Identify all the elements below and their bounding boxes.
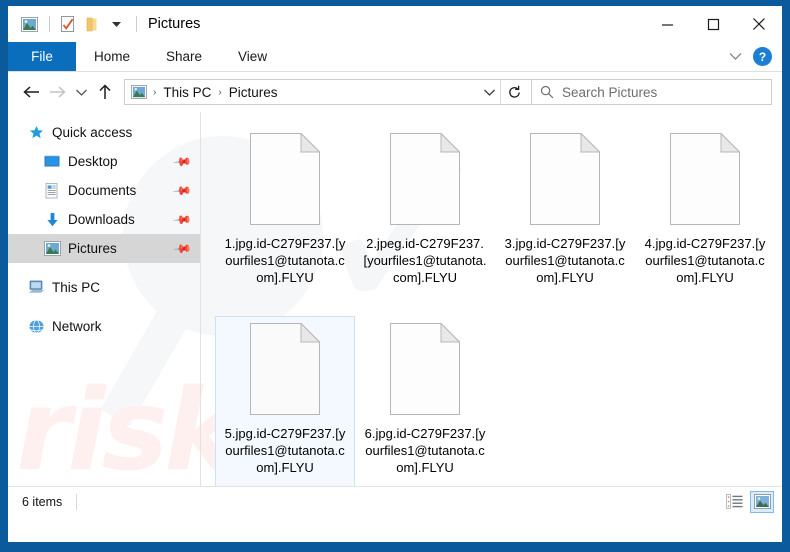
up-button[interactable] <box>92 79 118 105</box>
search-input[interactable]: Search Pictures <box>532 79 772 105</box>
status-divider <box>76 493 78 510</box>
expand-ribbon-chevron-icon[interactable] <box>728 48 743 66</box>
pictures-icon <box>42 240 62 258</box>
generic-file-icon <box>390 132 461 225</box>
file-name-label: 3.jpg.id-C279F237.[yourfiles1@tutanota.c… <box>504 236 626 285</box>
title-bar: Pictures <box>8 6 782 42</box>
quick-access-separator-1 <box>49 16 50 32</box>
quick-access-separator-2 <box>136 16 137 32</box>
customize-quick-access-chevron-icon[interactable] <box>105 13 127 35</box>
sidebar-item-label: Documents <box>68 183 137 198</box>
breadcrumb-separator-1: › <box>218 86 222 98</box>
generic-file-icon <box>250 322 321 415</box>
pin-icon[interactable]: 📌 <box>172 151 192 171</box>
explorer-body: Quick access Desktop 📌 Documents 📌 Downl… <box>8 112 782 506</box>
file-name-label: 5.jpg.id-C279F237.[yourfiles1@tutanota.c… <box>224 426 346 475</box>
breadcrumb-item-pictures[interactable]: Pictures <box>226 85 281 100</box>
network-icon <box>26 318 46 336</box>
view-mode-buttons <box>722 490 774 513</box>
this-pc-icon <box>26 279 46 297</box>
maximize-button[interactable] <box>690 6 736 42</box>
documents-icon <box>42 182 62 200</box>
ribbon-tab-bar: File Home Share View ? <box>8 42 782 72</box>
search-icon <box>540 85 554 99</box>
sidebar-gap-2 <box>8 302 200 312</box>
tab-file[interactable]: File <box>8 42 76 71</box>
sidebar-item-label: Quick access <box>52 125 133 140</box>
breadcrumb-pictures-icon <box>131 85 147 99</box>
window-client-area: ✓ risk Pictures File Home Share View ? ›… <box>8 6 782 542</box>
sidebar-item-this-pc[interactable]: This PC <box>8 273 200 302</box>
refresh-button[interactable] <box>501 79 527 105</box>
downloads-icon <box>42 211 62 229</box>
sidebar-gap-1 <box>8 263 200 273</box>
properties-icon[interactable] <box>57 13 79 35</box>
sidebar-item-downloads[interactable]: Downloads 📌 <box>8 205 200 234</box>
generic-file-icon <box>390 322 461 415</box>
forward-button[interactable] <box>44 79 70 105</box>
close-button[interactable] <box>736 6 782 42</box>
sidebar-item-pictures[interactable]: Pictures 📌 <box>8 234 200 263</box>
large-icons-view-button[interactable] <box>750 490 774 513</box>
file-item[interactable]: 6.jpg.id-C279F237.[yourfiles1@tutanota.c… <box>355 316 495 506</box>
file-item[interactable]: 3.jpg.id-C279F237.[yourfiles1@tutanota.c… <box>495 126 635 316</box>
window-controls <box>644 6 782 42</box>
file-item[interactable]: 4.jpg.id-C279F237.[yourfiles1@tutanota.c… <box>635 126 775 316</box>
navigation-pane: Quick access Desktop 📌 Documents 📌 Downl… <box>8 112 200 486</box>
tab-share[interactable]: Share <box>148 42 220 71</box>
desktop-icon <box>42 153 62 171</box>
star-icon <box>26 124 46 142</box>
sidebar-item-network[interactable]: Network <box>8 312 200 341</box>
item-count-label: 6 items <box>22 494 63 509</box>
file-list-view[interactable]: 1.jpg.id-C279F237.[yourfiles1@tutanota.c… <box>201 112 782 506</box>
breadcrumb-bar[interactable]: › This PC › Pictures <box>124 79 532 105</box>
file-name-label: 6.jpg.id-C279F237.[yourfiles1@tutanota.c… <box>364 426 486 475</box>
file-item[interactable]: 5.jpg.id-C279F237.[yourfiles1@tutanota.c… <box>215 316 355 506</box>
details-view-button[interactable] <box>722 491 746 513</box>
generic-file-icon <box>250 132 321 225</box>
sidebar-item-label: Network <box>52 319 102 334</box>
sidebar-item-label: Downloads <box>68 212 135 227</box>
file-name-label: 1.jpg.id-C279F237.[yourfiles1@tutanota.c… <box>224 236 346 285</box>
address-bar: › This PC › Pictures Search Pictures <box>8 72 782 112</box>
breadcrumb-separator-0: › <box>153 86 157 98</box>
sidebar-item-documents[interactable]: Documents 📌 <box>8 176 200 205</box>
new-folder-icon[interactable] <box>81 13 103 35</box>
pane-splitter[interactable] <box>200 112 201 486</box>
pictures-folder-icon[interactable] <box>18 13 40 35</box>
pin-icon[interactable]: 📌 <box>172 238 192 258</box>
sidebar-item-quick-access[interactable]: Quick access <box>8 118 200 147</box>
minimize-button[interactable] <box>644 6 690 42</box>
file-name-label: 2.jpeg.id-C279F237.[yourfiles1@tutanota.… <box>363 236 487 285</box>
pin-icon[interactable]: 📌 <box>172 180 192 200</box>
search-placeholder: Search Pictures <box>562 84 658 100</box>
sidebar-item-label: Desktop <box>68 154 118 169</box>
status-bar: 6 items <box>8 486 782 516</box>
ribbon-right-controls: ? <box>728 42 782 71</box>
sidebar-item-label: This PC <box>52 280 101 295</box>
file-name-label: 4.jpg.id-C279F237.[yourfiles1@tutanota.c… <box>644 236 766 285</box>
breadcrumb-item-this-pc[interactable]: This PC <box>160 85 214 100</box>
help-button[interactable]: ? <box>753 47 772 66</box>
file-explorer-window: ✓ risk Pictures File Home Share View ? ›… <box>0 0 790 552</box>
pin-icon[interactable]: 📌 <box>172 209 192 229</box>
file-item[interactable]: 2.jpeg.id-C279F237.[yourfiles1@tutanota.… <box>355 126 495 316</box>
sidebar-item-label: Pictures <box>68 241 117 256</box>
sidebar-item-desktop[interactable]: Desktop 📌 <box>8 147 200 176</box>
window-title: Pictures <box>148 16 201 32</box>
recent-locations-chevron-icon[interactable] <box>70 79 92 105</box>
generic-file-icon <box>670 132 741 225</box>
back-button[interactable] <box>18 79 44 105</box>
tab-view[interactable]: View <box>220 42 285 71</box>
generic-file-icon <box>530 132 601 225</box>
breadcrumb-dropdown-chevron-icon[interactable] <box>478 80 500 104</box>
tab-home[interactable]: Home <box>76 42 148 71</box>
file-item[interactable]: 1.jpg.id-C279F237.[yourfiles1@tutanota.c… <box>215 126 355 316</box>
